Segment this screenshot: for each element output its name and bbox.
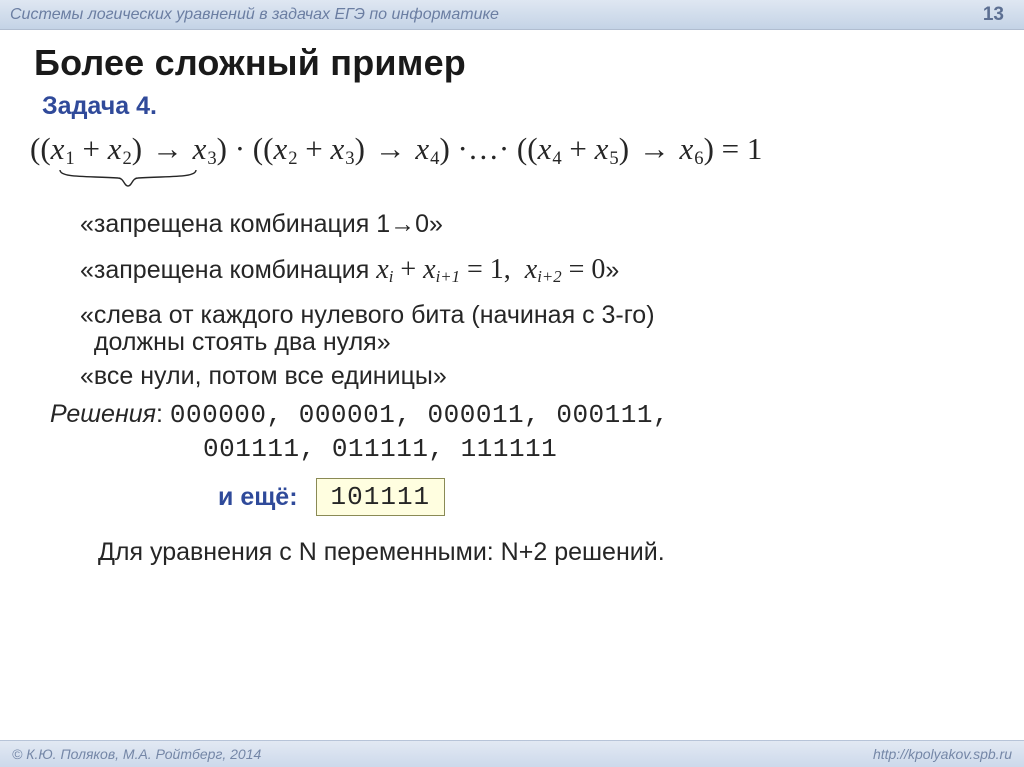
more-row: и ещё: 101111 <box>218 478 996 516</box>
brace-icon <box>58 166 198 194</box>
footer: © К.Ю. Поляков, М.А. Ройтберг, 2014 http… <box>0 740 1024 767</box>
notes: «запрещена комбинация 1→0» «запрещена ко… <box>80 211 996 567</box>
slide-body: Более сложный пример Задача 4. ((x1 + x2… <box>0 30 1024 567</box>
slide-heading: Более сложный пример <box>34 42 996 84</box>
solutions-label: Решения <box>50 400 156 428</box>
footer-right: http://kpolyakov.spb.ru <box>873 746 1012 762</box>
task-label: Задача 4. <box>42 92 996 121</box>
note-2: «запрещена комбинация xi + xi+1 = 1, xi+… <box>80 255 996 286</box>
topbar: Системы логических уравнений в задачах Е… <box>0 0 1024 30</box>
underbrace <box>58 166 996 199</box>
conclusion: Для уравнения с N переменными: N+2 решен… <box>98 538 996 567</box>
page-number: 13 <box>983 4 1004 26</box>
equation: ((x1 + x2) → x3) · ((x2 + x3) → x4) ·…· … <box>30 131 996 170</box>
note-3-line1: «слева от каждого нулевого бита (начиная… <box>80 302 996 330</box>
note-3-line2: должны стоять два нуля» <box>80 329 996 357</box>
note-2-post: » <box>605 256 619 284</box>
note-3: «слева от каждого нулевого бита (начиная… <box>80 302 996 357</box>
more-value-box: 101111 <box>316 478 446 516</box>
solutions: Решения: 000000, 000001, 000011, 000111,… <box>50 400 996 464</box>
note-2-math: xi + xi+1 = 1, xi+2 = 0 <box>376 254 605 285</box>
topbar-title: Системы логических уравнений в задачах Е… <box>10 6 983 24</box>
note-2-pre: «запрещена комбинация <box>80 256 376 284</box>
solutions-line2: 001111, 011111, 111111 <box>203 434 996 464</box>
footer-left: © К.Ю. Поляков, М.А. Ройтберг, 2014 <box>12 746 261 762</box>
slide: Системы логических уравнений в задачах Е… <box>0 0 1024 767</box>
note-4: «все нули, потом все единицы» <box>80 363 996 391</box>
note-1: «запрещена комбинация 1→0» <box>80 211 996 239</box>
solutions-line1: 000000, 000001, 000011, 000111, <box>170 400 669 430</box>
more-label: и ещё: <box>218 483 298 512</box>
